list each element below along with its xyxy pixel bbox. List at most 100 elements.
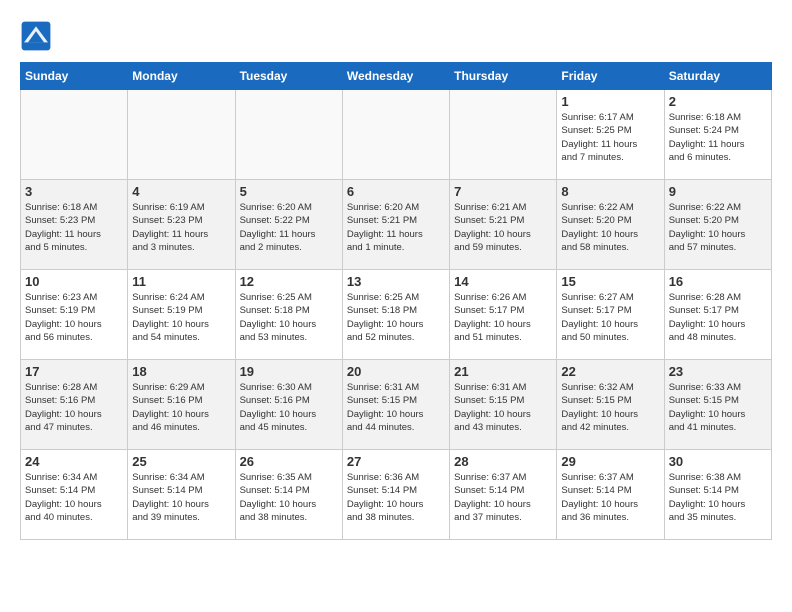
day-cell: 12 Sunrise: 6:25 AM Sunset: 5:18 PM Dayli…	[235, 270, 342, 360]
day-number: 18	[132, 364, 230, 379]
day-number: 10	[25, 274, 123, 289]
day-info: Sunrise: 6:22 AM Sunset: 5:20 PM Dayligh…	[561, 201, 659, 254]
day-cell: 11Sunrise: 6:24 AM Sunset: 5:19 PM Dayli…	[128, 270, 235, 360]
day-cell: 30 Sunrise: 6:38 AM Sunset: 5:14 PM Dayli…	[664, 450, 771, 540]
day-cell: 16 Sunrise: 6:28 AM Sunset: 5:17 PM Dayli…	[664, 270, 771, 360]
day-info: Sunrise: 6:34 AM Sunset: 5:14 PM Dayligh…	[132, 471, 230, 524]
day-cell: 1Sunrise: 6:17 AM Sunset: 5:25 PM Daylig…	[557, 90, 664, 180]
day-cell	[128, 90, 235, 180]
day-cell: 27Sunrise: 6:36 AM Sunset: 5:14 PM Dayli…	[342, 450, 449, 540]
day-info: Sunrise: 6:20 AM Sunset: 5:22 PM Dayligh…	[240, 201, 338, 254]
day-number: 19	[240, 364, 338, 379]
day-info: Sunrise: 6:35 AM Sunset: 5:14 PM Dayligh…	[240, 471, 338, 524]
day-number: 8	[561, 184, 659, 199]
calendar-table: SundayMondayTuesdayWednesdayThursdayFrid…	[20, 62, 772, 540]
day-number: 13	[347, 274, 445, 289]
day-cell: 29 Sunrise: 6:37 AM Sunset: 5:14 PM Dayli…	[557, 450, 664, 540]
day-number: 3	[25, 184, 123, 199]
day-number: 27	[347, 454, 445, 469]
day-info: Sunrise: 6:31 AM Sunset: 5:15 PM Dayligh…	[454, 381, 552, 434]
day-number: 28	[454, 454, 552, 469]
day-number: 20	[347, 364, 445, 379]
day-number: 17	[25, 364, 123, 379]
calendar-body: 1Sunrise: 6:17 AM Sunset: 5:25 PM Daylig…	[21, 90, 772, 540]
day-number: 21	[454, 364, 552, 379]
calendar-header: SundayMondayTuesdayWednesdayThursdayFrid…	[21, 63, 772, 90]
day-info: Sunrise: 6:37 AM Sunset: 5:14 PM Dayligh…	[561, 471, 659, 524]
day-info: Sunrise: 6:32 AM Sunset: 5:15 PM Dayligh…	[561, 381, 659, 434]
logo-icon	[20, 20, 52, 52]
day-info: Sunrise: 6:38 AM Sunset: 5:14 PM Dayligh…	[669, 471, 767, 524]
day-number: 29	[561, 454, 659, 469]
day-number: 7	[454, 184, 552, 199]
day-cell: 19 Sunrise: 6:30 AM Sunset: 5:16 PM Dayli…	[235, 360, 342, 450]
day-info: Sunrise: 6:18 AM Sunset: 5:23 PM Dayligh…	[25, 201, 123, 254]
day-cell	[21, 90, 128, 180]
day-cell: 6Sunrise: 6:20 AM Sunset: 5:21 PM Daylig…	[342, 180, 449, 270]
day-cell: 21 Sunrise: 6:31 AM Sunset: 5:15 PM Dayli…	[450, 360, 557, 450]
day-cell: 26 Sunrise: 6:35 AM Sunset: 5:14 PM Dayli…	[235, 450, 342, 540]
day-info: Sunrise: 6:31 AM Sunset: 5:15 PM Dayligh…	[347, 381, 445, 434]
day-number: 9	[669, 184, 767, 199]
day-number: 30	[669, 454, 767, 469]
day-info: Sunrise: 6:33 AM Sunset: 5:15 PM Dayligh…	[669, 381, 767, 434]
day-cell: 9 Sunrise: 6:22 AM Sunset: 5:20 PM Daylig…	[664, 180, 771, 270]
day-info: Sunrise: 6:26 AM Sunset: 5:17 PM Dayligh…	[454, 291, 552, 344]
day-number: 26	[240, 454, 338, 469]
day-number: 5	[240, 184, 338, 199]
day-info: Sunrise: 6:25 AM Sunset: 5:18 PM Dayligh…	[347, 291, 445, 344]
day-cell: 10 Sunrise: 6:23 AM Sunset: 5:19 PM Dayli…	[21, 270, 128, 360]
week-row-3: 10 Sunrise: 6:23 AM Sunset: 5:19 PM Dayli…	[21, 270, 772, 360]
weekday-header-row: SundayMondayTuesdayWednesdayThursdayFrid…	[21, 63, 772, 90]
weekday-header-wednesday: Wednesday	[342, 63, 449, 90]
day-cell	[342, 90, 449, 180]
day-cell: 28 Sunrise: 6:37 AM Sunset: 5:14 PM Dayli…	[450, 450, 557, 540]
day-cell: 23 Sunrise: 6:33 AM Sunset: 5:15 PM Dayli…	[664, 360, 771, 450]
day-number: 22	[561, 364, 659, 379]
day-cell: 2 Sunrise: 6:18 AM Sunset: 5:24 PM Daylig…	[664, 90, 771, 180]
day-info: Sunrise: 6:22 AM Sunset: 5:20 PM Dayligh…	[669, 201, 767, 254]
day-info: Sunrise: 6:21 AM Sunset: 5:21 PM Dayligh…	[454, 201, 552, 254]
weekday-header-tuesday: Tuesday	[235, 63, 342, 90]
day-cell: 13 Sunrise: 6:25 AM Sunset: 5:18 PM Dayli…	[342, 270, 449, 360]
day-cell	[235, 90, 342, 180]
day-info: Sunrise: 6:28 AM Sunset: 5:17 PM Dayligh…	[669, 291, 767, 344]
day-cell: 15 Sunrise: 6:27 AM Sunset: 5:17 PM Dayli…	[557, 270, 664, 360]
day-info: Sunrise: 6:23 AM Sunset: 5:19 PM Dayligh…	[25, 291, 123, 344]
weekday-header-thursday: Thursday	[450, 63, 557, 90]
day-info: Sunrise: 6:27 AM Sunset: 5:17 PM Dayligh…	[561, 291, 659, 344]
week-row-5: 24 Sunrise: 6:34 AM Sunset: 5:14 PM Dayli…	[21, 450, 772, 540]
day-cell: 7 Sunrise: 6:21 AM Sunset: 5:21 PM Daylig…	[450, 180, 557, 270]
week-row-2: 3 Sunrise: 6:18 AM Sunset: 5:23 PM Daylig…	[21, 180, 772, 270]
day-number: 24	[25, 454, 123, 469]
day-number: 12	[240, 274, 338, 289]
day-cell: 25 Sunrise: 6:34 AM Sunset: 5:14 PM Dayli…	[128, 450, 235, 540]
day-info: Sunrise: 6:17 AM Sunset: 5:25 PM Dayligh…	[561, 111, 659, 164]
page-header	[20, 20, 772, 52]
day-number: 16	[669, 274, 767, 289]
weekday-header-friday: Friday	[557, 63, 664, 90]
day-cell: 5 Sunrise: 6:20 AM Sunset: 5:22 PM Daylig…	[235, 180, 342, 270]
day-info: Sunrise: 6:20 AM Sunset: 5:21 PM Dayligh…	[347, 201, 445, 254]
day-info: Sunrise: 6:34 AM Sunset: 5:14 PM Dayligh…	[25, 471, 123, 524]
day-cell: 3 Sunrise: 6:18 AM Sunset: 5:23 PM Daylig…	[21, 180, 128, 270]
day-cell: 18 Sunrise: 6:29 AM Sunset: 5:16 PM Dayli…	[128, 360, 235, 450]
day-number: 2	[669, 94, 767, 109]
day-cell: 14 Sunrise: 6:26 AM Sunset: 5:17 PM Dayli…	[450, 270, 557, 360]
day-number: 23	[669, 364, 767, 379]
day-cell: 22 Sunrise: 6:32 AM Sunset: 5:15 PM Dayli…	[557, 360, 664, 450]
day-number: 14	[454, 274, 552, 289]
day-cell: 8 Sunrise: 6:22 AM Sunset: 5:20 PM Daylig…	[557, 180, 664, 270]
day-info: Sunrise: 6:30 AM Sunset: 5:16 PM Dayligh…	[240, 381, 338, 434]
day-info: Sunrise: 6:18 AM Sunset: 5:24 PM Dayligh…	[669, 111, 767, 164]
day-info: Sunrise: 6:29 AM Sunset: 5:16 PM Dayligh…	[132, 381, 230, 434]
weekday-header-saturday: Saturday	[664, 63, 771, 90]
day-info: Sunrise: 6:25 AM Sunset: 5:18 PM Dayligh…	[240, 291, 338, 344]
weekday-header-sunday: Sunday	[21, 63, 128, 90]
day-info: Sunrise: 6:28 AM Sunset: 5:16 PM Dayligh…	[25, 381, 123, 434]
day-number: 15	[561, 274, 659, 289]
logo	[20, 20, 56, 52]
day-number: 25	[132, 454, 230, 469]
day-info: Sunrise: 6:37 AM Sunset: 5:14 PM Dayligh…	[454, 471, 552, 524]
day-cell: 17 Sunrise: 6:28 AM Sunset: 5:16 PM Dayli…	[21, 360, 128, 450]
